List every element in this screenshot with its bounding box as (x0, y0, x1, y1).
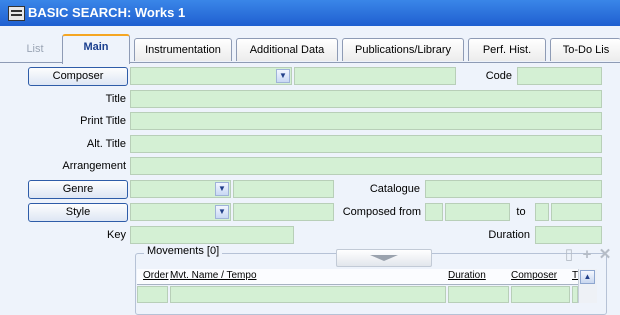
catalogue-field[interactable] (425, 180, 602, 198)
delete-icon[interactable]: ✕ (597, 247, 613, 263)
chevron-down-icon[interactable]: ▼ (276, 69, 290, 83)
genre-select[interactable]: ▼ (130, 180, 231, 198)
composed-from-field[interactable] (445, 203, 510, 221)
movement-name-cell[interactable] (170, 286, 446, 303)
composer-select[interactable]: ▼ (130, 67, 292, 85)
window-app-icon (8, 6, 25, 21)
style-name-field[interactable] (233, 203, 334, 221)
movement-order-cell[interactable] (137, 286, 168, 303)
to-label: to (516, 206, 526, 218)
composed-to-field[interactable] (551, 203, 602, 221)
duration-label: Duration (488, 229, 530, 241)
arrangement-label: Arrangement (62, 160, 126, 172)
title-label: Title (105, 93, 126, 105)
composed-to-prefix-field[interactable] (535, 203, 549, 221)
print-title-label: Print Title (80, 115, 126, 127)
tab-additional-data[interactable]: Additional Data (236, 38, 338, 61)
key-field[interactable] (130, 226, 294, 244)
tab-strip: List Main Instrumentation Additional Dat… (0, 34, 620, 64)
chevron-down-icon[interactable]: ▼ (215, 182, 229, 196)
column-order[interactable]: Order (143, 270, 169, 281)
column-composer[interactable]: Composer (511, 270, 557, 281)
chevron-down-icon[interactable]: ▼ (215, 205, 229, 219)
movement-composer-cell[interactable] (511, 286, 570, 303)
composer-name-field[interactable] (294, 67, 456, 85)
key-label: Key (107, 229, 126, 241)
composed-from-prefix-field[interactable] (425, 203, 443, 221)
column-duration[interactable]: Duration (448, 270, 486, 281)
print-title-field[interactable] (130, 112, 602, 130)
scroll-up-icon[interactable]: ▲ (580, 270, 595, 284)
code-field[interactable] (517, 67, 602, 85)
movements-label: Movements [0] (144, 245, 223, 257)
genre-name-field[interactable] (233, 180, 334, 198)
movements-scrollbar[interactable]: ▲ (578, 269, 597, 303)
style-select[interactable]: ▼ (130, 203, 231, 221)
window-title-bar: BASIC SEARCH: Works 1 (0, 0, 620, 26)
tab-publications-library[interactable]: Publications/Library (342, 38, 464, 61)
duration-field[interactable] (535, 226, 602, 244)
tab-to-do-list[interactable]: To-Do Lis (550, 38, 620, 61)
tab-list[interactable]: List (18, 38, 52, 60)
catalogue-label: Catalogue (369, 183, 420, 195)
code-label: Code (485, 70, 512, 82)
tab-instrumentation[interactable]: Instrumentation (134, 38, 232, 61)
movements-collapse-button[interactable] (336, 249, 432, 267)
add-icon[interactable]: + (579, 247, 595, 263)
composed-from-label: Composed from (342, 206, 421, 218)
title-field[interactable] (130, 90, 602, 108)
composer-button[interactable]: Composer (28, 67, 128, 86)
column-mvt-name-tempo[interactable]: Mvt. Name / Tempo (170, 270, 257, 281)
arrow-down-icon (370, 255, 398, 261)
window-title: BASIC SEARCH: Works 1 (28, 5, 186, 20)
genre-button[interactable]: Genre (28, 180, 128, 199)
arrangement-field[interactable] (130, 157, 602, 175)
movement-duration-cell[interactable] (448, 286, 509, 303)
alt-title-label: Alt. Title (86, 138, 126, 150)
alt-title-field[interactable] (130, 135, 602, 153)
new-document-icon[interactable]: ▯ (561, 247, 577, 263)
style-button[interactable]: Style (28, 203, 128, 222)
tab-perf-hist[interactable]: Perf. Hist. (468, 38, 546, 61)
tab-main[interactable]: Main (62, 34, 130, 64)
movements-grid-header: Order Mvt. Name / Tempo Duration Compose… (137, 269, 597, 285)
